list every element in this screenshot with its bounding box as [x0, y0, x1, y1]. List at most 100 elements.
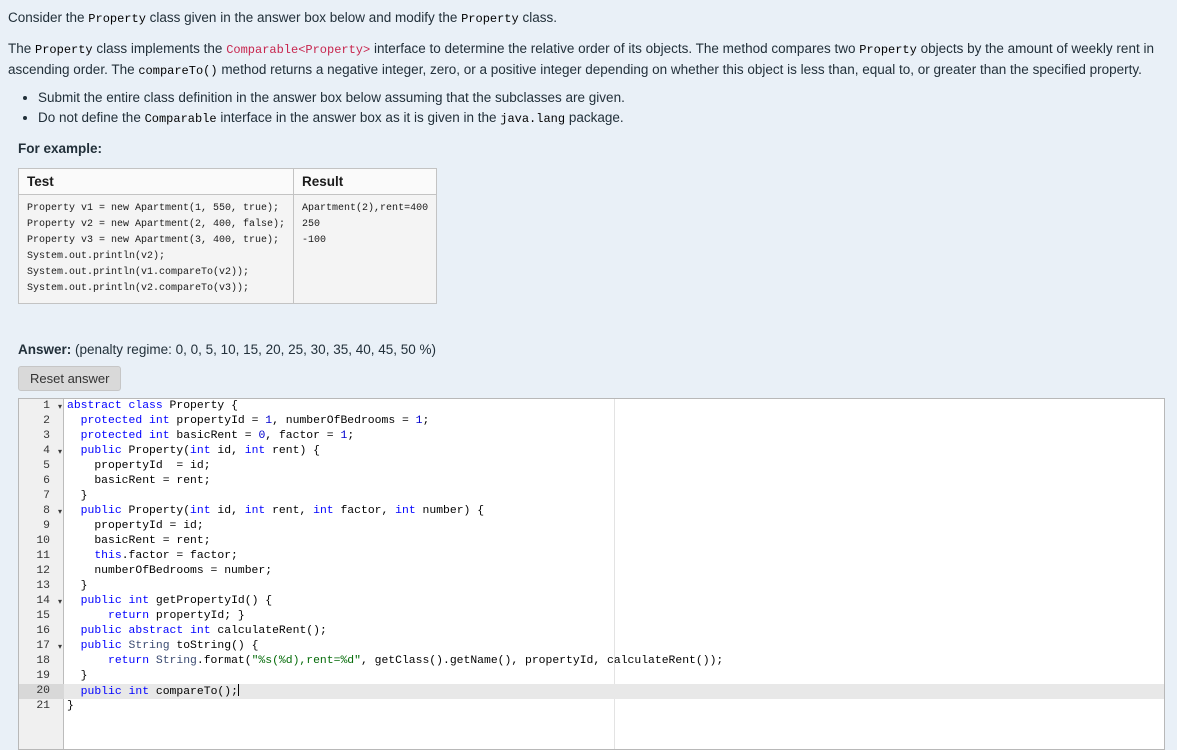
editor-line-18[interactable]: 18 return String.format("%s(%d),rent=%d"…	[19, 654, 1164, 669]
penalty-regime-text: (penalty regime: 0, 0, 5, 10, 15, 20, 25…	[75, 342, 437, 357]
editor-line-15[interactable]: 15 return propertyId; }	[19, 609, 1164, 624]
line-number: 13	[19, 579, 64, 594]
line-number: 16	[19, 624, 64, 639]
line-number-text: 16	[36, 625, 50, 637]
inline-code: Property	[88, 12, 146, 26]
code-line-text[interactable]: basicRent = rent;	[64, 474, 1164, 489]
inline-code: Comparable	[144, 112, 217, 126]
line-number-text: 21	[36, 700, 50, 712]
line-number-text: 4	[43, 445, 50, 457]
code-line-text[interactable]: return propertyId; }	[64, 609, 1164, 624]
line-number-text: 15	[36, 610, 50, 622]
code-line-text[interactable]: basicRent = rent;	[64, 534, 1164, 549]
editor-line-8[interactable]: 8 ▾ public Property(int id, int rent, int…	[19, 504, 1164, 519]
editor-line-7[interactable]: 7 }	[19, 489, 1164, 504]
text-run: The	[8, 41, 36, 56]
line-number: 14 ▾	[19, 594, 64, 609]
line-number-text: 7	[43, 490, 50, 502]
line-number-text: 6	[43, 475, 50, 487]
editor-line-4[interactable]: 4 ▾ public Property(int id, int rent) {	[19, 444, 1164, 459]
text-run: package.	[565, 110, 624, 125]
code-line-text[interactable]: }	[64, 579, 1164, 594]
editor-line-11[interactable]: 11 this.factor = factor;	[19, 549, 1164, 564]
line-number: 17 ▾	[19, 639, 64, 654]
result-code: Apartment(2),rent=400 250 -100	[302, 203, 429, 246]
line-number-text: 5	[43, 460, 50, 472]
result-cell: Apartment(2),rent=400 250 -100	[293, 194, 438, 304]
code-line-text[interactable]: }	[64, 669, 1164, 684]
code-line-text[interactable]: public Property(int id, int rent) {	[64, 444, 1164, 459]
code-line-text[interactable]: }	[64, 699, 1164, 714]
text-cursor	[237, 684, 239, 696]
line-number-text: 19	[36, 670, 50, 682]
editor-line-19[interactable]: 19 }	[19, 669, 1164, 684]
line-number-text: 18	[36, 655, 50, 667]
question-page: Consider the Property class given in the…	[0, 0, 1177, 750]
editor-line-17[interactable]: 17 ▾ public String toString() {	[19, 639, 1164, 654]
line-number-text: 10	[36, 535, 50, 547]
fold-arrow-icon[interactable]: ▾	[58, 444, 62, 459]
code-line-text[interactable]: public abstract int calculateRent();	[64, 624, 1164, 639]
line-number-text: 14	[36, 595, 50, 607]
line-number: 6	[19, 474, 64, 489]
inline-code: Property	[859, 43, 917, 57]
code-line-text[interactable]: public String toString() {	[64, 639, 1164, 654]
inline-code: compareTo()	[138, 64, 218, 78]
editor-line-12[interactable]: 12 numberOfBedrooms = number;	[19, 564, 1164, 579]
fold-arrow-icon[interactable]: ▾	[58, 639, 62, 654]
editor-line-3[interactable]: 3 protected int basicRent = 0, factor = …	[19, 429, 1164, 444]
code-line-text[interactable]: public int compareTo();	[64, 684, 1164, 699]
inline-code: Comparable<Property>	[226, 43, 371, 57]
reset-answer-button[interactable]: Reset answer	[18, 366, 122, 391]
answer-heading: Answer: (penalty regime: 0, 0, 5, 10, 15…	[18, 340, 1165, 360]
test-cell: Property v1 = new Apartment(1, 550, true…	[17, 194, 295, 304]
editor-line-1[interactable]: 1 ▾ abstract class Property {	[19, 399, 1164, 414]
code-line-text[interactable]: protected int propertyId = 1, numberOfBe…	[64, 414, 1164, 429]
line-number: 3	[19, 429, 64, 444]
editor-line-5[interactable]: 5 propertyId = id;	[19, 459, 1164, 474]
example-table: Test Result Property v1 = new Apartment(…	[17, 168, 438, 304]
code-line-text[interactable]: this.factor = factor;	[64, 549, 1164, 564]
code-line-text[interactable]: protected int basicRent = 0, factor = 1;	[64, 429, 1164, 444]
line-number: 20	[19, 684, 64, 699]
code-line-text[interactable]: return String.format("%s(%d),rent=%d", g…	[64, 654, 1164, 669]
text-run: class implements the	[92, 41, 227, 56]
fold-arrow-icon[interactable]: ▾	[58, 399, 62, 414]
code-line-text[interactable]: public int getPropertyId() {	[64, 594, 1164, 609]
editor-line-2[interactable]: 2 protected int propertyId = 1, numberOf…	[19, 414, 1164, 429]
editor-lines[interactable]: 1 ▾ abstract class Property {2 protected i…	[19, 399, 1164, 714]
line-number-text: 13	[36, 580, 50, 592]
line-number-text: 1	[43, 400, 50, 412]
line-number: 11	[19, 549, 64, 564]
code-line-text[interactable]: numberOfBedrooms = number;	[64, 564, 1164, 579]
editor-line-16[interactable]: 16 public abstract int calculateRent();	[19, 624, 1164, 639]
code-line-text[interactable]: propertyId = id;	[64, 519, 1164, 534]
fold-arrow-icon[interactable]: ▾	[58, 594, 62, 609]
inline-code: Property	[35, 43, 93, 57]
code-line-text[interactable]: public Property(int id, int rent, int fa…	[64, 504, 1164, 519]
test-code: Property v1 = new Apartment(1, 550, true…	[27, 203, 286, 294]
code-editor[interactable]: 1 ▾ abstract class Property {2 protected i…	[18, 398, 1165, 750]
fold-arrow-icon[interactable]: ▾	[58, 504, 62, 519]
line-number: 5	[19, 459, 64, 474]
line-number: 19	[19, 669, 64, 684]
code-line-text[interactable]: propertyId = id;	[64, 459, 1164, 474]
editor-line-20[interactable]: 20 public int compareTo();	[19, 684, 1164, 699]
line-number: 8 ▾	[19, 504, 64, 519]
question-paragraph-2: The Property class implements the Compar…	[8, 39, 1165, 81]
code-line-text[interactable]: }	[64, 489, 1164, 504]
editor-line-21[interactable]: 21}	[19, 699, 1164, 714]
line-number-text: 8	[43, 505, 50, 517]
editor-line-14[interactable]: 14 ▾ public int getPropertyId() {	[19, 594, 1164, 609]
text-run: method returns a negative integer, zero,…	[217, 62, 1142, 77]
line-number-text: 20	[36, 685, 50, 697]
editor-line-6[interactable]: 6 basicRent = rent;	[19, 474, 1164, 489]
editor-line-10[interactable]: 10 basicRent = rent;	[19, 534, 1164, 549]
line-number: 9	[19, 519, 64, 534]
code-line-text[interactable]: abstract class Property {	[64, 399, 1164, 414]
editor-line-9[interactable]: 9 propertyId = id;	[19, 519, 1164, 534]
editor-line-13[interactable]: 13 }	[19, 579, 1164, 594]
line-number: 10	[19, 534, 64, 549]
line-number-text: 17	[36, 640, 50, 652]
test-column-header: Test	[17, 168, 295, 195]
